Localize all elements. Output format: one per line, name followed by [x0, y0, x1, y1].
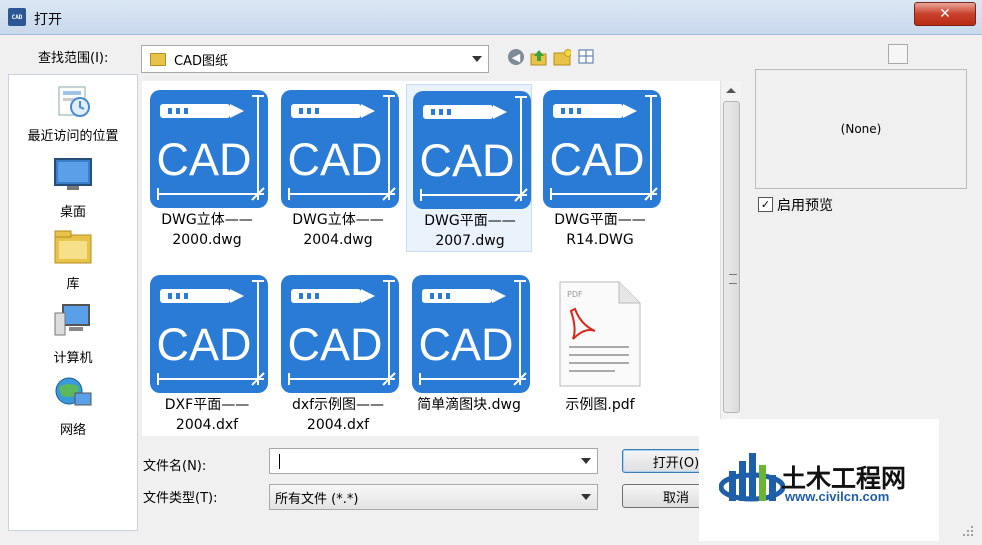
cad-file-icon: CAD: [281, 275, 399, 393]
filetype-label: 文件类型(T):: [143, 491, 218, 506]
close-button[interactable]: ✕: [914, 2, 976, 26]
chevron-down-icon[interactable]: [581, 458, 591, 464]
chevron-down-icon: [581, 494, 591, 500]
scroll-up-icon[interactable]: [726, 88, 736, 93]
file-item-selected[interactable]: CAD DWG平面—— 2007.dwg: [406, 84, 532, 252]
recent-places-icon: [58, 86, 90, 117]
file-item[interactable]: CAD DXF平面—— 2004.dxf: [144, 269, 270, 437]
libraries-icon: [54, 230, 92, 264]
file-item[interactable]: CAD DWG立体—— 2004.dwg: [275, 84, 401, 252]
grip-icon: [729, 274, 737, 284]
look-in-value: CAD图纸: [174, 53, 228, 69]
cad-icon-text: CAD: [418, 319, 514, 370]
file-name: DWG立体—— 2000.dwg: [161, 212, 253, 248]
file-item[interactable]: CAD DWG立体—— 2000.dwg: [144, 84, 270, 252]
cad-icon-text: CAD: [156, 319, 252, 370]
cad-file-icon: CAD: [281, 90, 399, 208]
pdf-badge: PDF: [567, 290, 583, 299]
look-in-label: 查找范围(I):: [38, 51, 109, 66]
places-bar: 最近访问的位置 桌面 库 计算机 网络: [8, 74, 138, 531]
cad-icon-text: CAD: [287, 134, 383, 185]
place-recent[interactable]: 最近访问的位置: [9, 81, 137, 144]
file-name: dxf示例图—— 2004.dxf: [291, 397, 385, 433]
network-icon: [55, 377, 92, 406]
cad-icon-text: CAD: [156, 134, 252, 185]
cad-file-icon: CAD: [413, 91, 531, 209]
cad-icon-text: CAD: [549, 134, 645, 185]
enable-preview-checkbox[interactable]: ✓: [758, 197, 773, 212]
file-item[interactable]: PDF 示例图.pdf: [537, 269, 663, 437]
preview-text: (None): [840, 122, 882, 136]
place-computer[interactable]: 计算机: [9, 303, 137, 366]
preview-toggle-icon[interactable]: [888, 44, 908, 64]
new-folder-icon[interactable]: [553, 48, 571, 66]
file-item[interactable]: CAD dxf示例图—— 2004.dxf: [275, 269, 401, 437]
file-list[interactable]: CAD DWG立体—— 2000.dwg CAD DWG立体—— 2004.dwg: [142, 81, 720, 436]
cad-icon-text: CAD: [419, 135, 515, 186]
filetype-dropdown[interactable]: 所有文件 (*.*): [269, 484, 598, 510]
file-item[interactable]: CAD 简单滴图块.dwg: [406, 269, 532, 437]
place-label: 最近访问的位置: [27, 129, 119, 144]
pdf-file-icon: PDF: [559, 281, 641, 387]
back-icon[interactable]: ◀: [508, 49, 524, 65]
place-label: 网络: [59, 423, 86, 438]
cad-app-icon: CAD: [8, 8, 26, 26]
file-name: 示例图.pdf: [565, 397, 635, 413]
text-cursor: [279, 453, 280, 469]
preview-pane: (None): [755, 69, 967, 189]
cad-file-icon: CAD: [150, 90, 268, 208]
look-in-dropdown[interactable]: CAD图纸: [141, 45, 489, 73]
watermark-url: www.civilcn.com: [785, 489, 890, 504]
watermark-logo-icon: [719, 453, 785, 502]
place-desktop[interactable]: 桌面: [9, 157, 137, 220]
file-list-scrollbar[interactable]: [720, 81, 741, 436]
scroll-thumb[interactable]: [723, 101, 740, 413]
file-name: DWG平面—— R14.DWG: [554, 212, 646, 248]
title-bar: CAD 打开 ✕: [0, 0, 982, 35]
file-name: 简单滴图块.dwg: [417, 397, 521, 413]
computer-icon: [54, 304, 90, 336]
resize-grip-icon[interactable]: [962, 525, 974, 537]
place-label: 计算机: [53, 351, 93, 366]
window-title: 打开: [34, 12, 62, 28]
desktop-icon: [54, 158, 92, 190]
place-label: 库: [66, 277, 80, 292]
view-menu-icon[interactable]: [578, 48, 596, 66]
cad-icon-text: CAD: [287, 319, 383, 370]
place-label: 桌面: [59, 205, 86, 220]
place-libraries[interactable]: 库: [9, 229, 137, 292]
file-name: DWG立体—— 2004.dwg: [292, 212, 384, 248]
watermark: 土木工程网 www.civilcn.com: [699, 419, 939, 541]
file-name: DWG平面—— 2007.dwg: [424, 213, 516, 249]
cad-file-icon: CAD: [543, 90, 661, 208]
filename-input[interactable]: [269, 448, 598, 474]
filetype-value: 所有文件 (*.*): [275, 491, 359, 507]
enable-preview-label: 启用预览: [777, 198, 833, 214]
file-item[interactable]: CAD DWG平面—— R14.DWG: [537, 84, 663, 252]
cad-file-icon: CAD: [412, 275, 530, 393]
chevron-down-icon: [472, 56, 482, 62]
up-folder-icon[interactable]: [530, 48, 548, 66]
folder-icon: [150, 52, 166, 66]
file-name: DXF平面—— 2004.dxf: [164, 397, 250, 433]
place-network[interactable]: 网络: [9, 375, 137, 438]
filename-label: 文件名(N):: [143, 459, 207, 474]
cad-file-icon: CAD: [150, 275, 268, 393]
